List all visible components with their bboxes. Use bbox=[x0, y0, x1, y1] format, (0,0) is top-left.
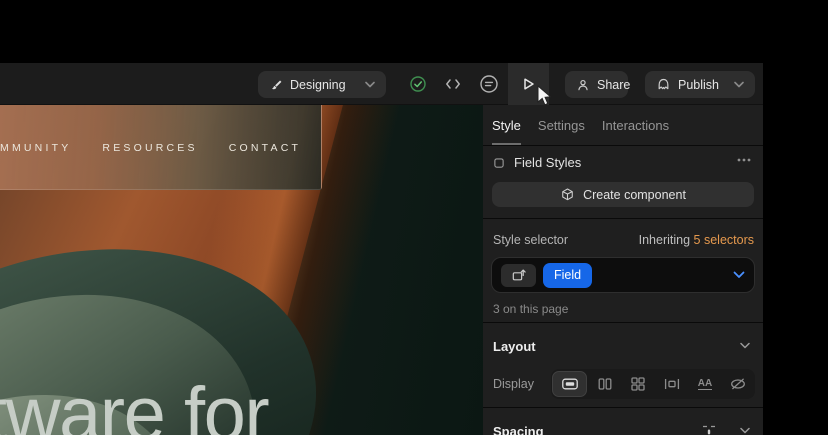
display-label: Display bbox=[493, 377, 534, 391]
publish-button[interactable]: Publish bbox=[645, 71, 755, 98]
nav-link-contact[interactable]: CONTACT bbox=[229, 142, 301, 154]
inheriting-info[interactable]: Inheriting 5 selectors bbox=[639, 233, 754, 247]
chevron-down-icon bbox=[734, 81, 744, 88]
mode-label: Designing bbox=[290, 78, 346, 92]
publish-icon bbox=[656, 77, 671, 92]
play-icon[interactable] bbox=[519, 75, 537, 93]
display-option-inline-icon[interactable] bbox=[655, 369, 688, 399]
frame-target-button[interactable] bbox=[501, 264, 536, 287]
selector-chevron-down-icon[interactable] bbox=[733, 271, 745, 279]
square-outline-icon bbox=[493, 157, 505, 169]
brush-icon bbox=[269, 78, 283, 92]
hero-headline: tware for bbox=[0, 377, 268, 435]
display-option-block-icon[interactable] bbox=[552, 371, 587, 397]
display-segmented-control: AA bbox=[551, 369, 755, 399]
display-option-text-icon[interactable]: AA bbox=[688, 369, 721, 399]
style-selector-section: Style selector Inheriting 5 selectors bbox=[483, 219, 763, 322]
inspector-panel: Style Settings Interactions Field Styles bbox=[483, 105, 763, 435]
site-navbar[interactable]: MMUNITY RESOURCES CONTACT bbox=[0, 105, 322, 190]
component-title: Field Styles bbox=[514, 155, 581, 170]
nav-link-resources[interactable]: RESOURCES bbox=[102, 142, 197, 154]
chevron-down-icon bbox=[365, 81, 375, 88]
design-canvas[interactable]: MMUNITY RESOURCES CONTACT tware for bbox=[0, 105, 483, 435]
cube-icon bbox=[560, 187, 575, 202]
check-circle-icon[interactable] bbox=[409, 75, 427, 93]
site-nav-links: MMUNITY RESOURCES CONTACT bbox=[0, 142, 301, 154]
spacing-collapse-chevron-icon[interactable] bbox=[740, 427, 750, 434]
tab-settings[interactable]: Settings bbox=[538, 118, 585, 133]
comment-icon[interactable] bbox=[479, 74, 499, 94]
spacing-section-title: Spacing bbox=[493, 424, 544, 435]
more-ellipsis-icon[interactable] bbox=[737, 158, 751, 162]
create-component-label: Create component bbox=[583, 188, 686, 202]
inheriting-count: 5 selectors bbox=[694, 233, 754, 247]
tab-interactions[interactable]: Interactions bbox=[602, 118, 669, 133]
style-selector-label: Style selector bbox=[493, 233, 568, 247]
selector-usage-note: 3 on this page bbox=[493, 302, 568, 316]
mouse-cursor bbox=[536, 85, 553, 109]
selector-tag-field[interactable]: Field bbox=[543, 263, 592, 288]
display-option-hidden-icon[interactable] bbox=[722, 369, 755, 399]
layout-section-title: Layout bbox=[493, 339, 536, 354]
style-selector-input[interactable]: Field bbox=[491, 257, 755, 293]
person-icon bbox=[576, 78, 590, 92]
display-option-grid-icon[interactable] bbox=[622, 369, 655, 399]
mode-dropdown-button[interactable]: Designing bbox=[258, 71, 386, 98]
code-icon[interactable] bbox=[444, 75, 462, 93]
layout-section: Layout Display bbox=[483, 323, 763, 407]
share-button[interactable]: Share bbox=[565, 71, 628, 98]
publish-label: Publish bbox=[678, 78, 719, 92]
spacing-section: Spacing bbox=[483, 408, 763, 435]
app-window: Designing bbox=[0, 63, 763, 435]
component-title-row: Field Styles bbox=[493, 155, 581, 170]
spacing-distribute-icon[interactable] bbox=[701, 425, 717, 435]
top-toolbar: Designing bbox=[0, 63, 763, 105]
layout-collapse-chevron-icon[interactable] bbox=[740, 342, 750, 349]
create-component-button[interactable]: Create component bbox=[492, 182, 754, 207]
component-section: Field Styles Create component bbox=[483, 146, 763, 218]
inspector-tabs: Style Settings Interactions bbox=[492, 118, 669, 133]
nav-link-community[interactable]: MMUNITY bbox=[0, 142, 71, 154]
display-row: Display bbox=[493, 369, 755, 399]
screenshot-stage: Designing bbox=[0, 0, 828, 435]
tab-style[interactable]: Style bbox=[492, 118, 521, 133]
share-label: Share bbox=[597, 78, 630, 92]
display-option-columns-icon[interactable] bbox=[588, 369, 621, 399]
